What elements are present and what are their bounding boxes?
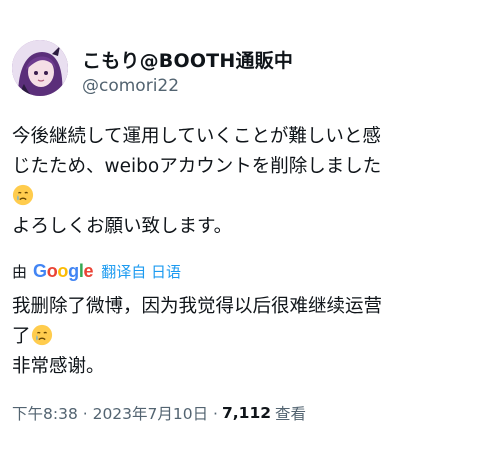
avatar-illustration [12, 40, 68, 96]
google-logo: Google [33, 260, 94, 282]
tweet-text-line: 今後継続して運用していくことが難しいと感 [12, 126, 381, 147]
avatar[interactable] [12, 40, 68, 96]
translated-from-link[interactable]: 翻译自 日语 [101, 261, 181, 282]
translated-by-label: 由 [12, 262, 28, 281]
crying-face-emoji-icon [12, 184, 34, 206]
tweet-text: 今後継続して運用していくことが難しいと感 じたため、weiboアカウントを削除し… [12, 122, 482, 242]
tweet-header: こもり@BOOTH通販中 @comori22 [12, 40, 482, 100]
google-logo-letter: e [83, 260, 94, 281]
translated-text-line: 我删除了微博，因为我觉得以后很难继续运营 [12, 296, 383, 317]
translated-text-line: 非常感谢。 [12, 356, 105, 377]
tweet-text-line: よろしくお願い致します。 [12, 216, 233, 237]
tweet-text-line: じたため、weiboアカウントを削除しました [12, 156, 382, 177]
google-logo-letter: g [68, 260, 79, 281]
user-handle[interactable]: @comori22 [82, 76, 179, 96]
google-logo-letter: o [57, 260, 69, 281]
tweet-meta: 下午8:38 · 2023年7月10日 · 7,112 查看 [12, 402, 306, 424]
timestamp[interactable]: 下午8:38 · 2023年7月10日 · [12, 402, 218, 424]
display-name[interactable]: こもり@BOOTH通販中 [82, 46, 293, 73]
google-logo-letter: o [46, 260, 58, 281]
translated-text-line: 了 [12, 326, 31, 347]
tweet: こもり@BOOTH通販中 @comori22 今後継続して運用していくことが難し… [0, 0, 492, 465]
translation-attribution: 由 Google 翻译自 日语 [12, 258, 482, 284]
translated-text: 我删除了微博，因为我觉得以后很难继续运营 了 非常感谢。 [12, 292, 482, 382]
view-count: 7,112 [221, 404, 272, 422]
crying-face-emoji-icon [31, 324, 53, 346]
google-logo-letter: G [33, 260, 47, 281]
views-label: 查看 [275, 405, 307, 423]
